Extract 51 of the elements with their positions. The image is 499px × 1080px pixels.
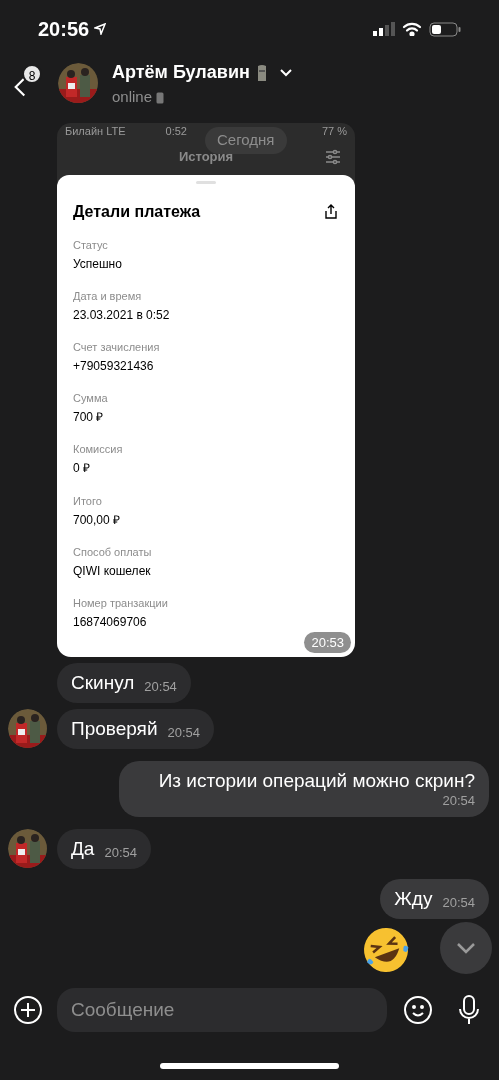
message-field[interactable]: Сообщение [57,988,387,1032]
share-icon[interactable] [323,204,339,220]
clock: 20:56 [38,17,90,42]
message-text: Из истории операций можно скрин? [158,769,475,793]
message-text: Скинул [71,671,135,695]
field-label: Дата и время [73,289,143,304]
wifi-icon [402,22,422,36]
message-time: 20:54 [442,793,475,809]
field-label: Комиссия [73,442,124,457]
back-button[interactable]: 8 [12,64,48,104]
message-text: Да [71,837,95,861]
contact-name: Артём Булавин [112,61,250,85]
phone-icon [156,91,165,104]
message-text: Жду [394,887,433,911]
unread-badge: 8 [22,64,42,84]
chevron-down-icon [456,942,476,954]
contact-status: online [112,87,153,108]
field-value: 23.03.2021 в 0:52 [73,307,171,324]
emoji-icon[interactable] [403,995,433,1025]
battery-label: 77 % [321,123,347,139]
field-value: +79059321436 [73,358,155,375]
sheet-title: Детали платежа [73,202,201,222]
field-label: Счет зачисления [73,340,161,355]
date-pill: Сегодня [205,127,287,154]
field-value: Успешно [73,256,123,272]
field-value: 700,00 ₽ [73,511,122,528]
signal-icon [373,22,395,36]
field-value: QIWI кошелек [73,562,152,579]
location-icon [94,23,107,35]
field-value: 16874069706 [73,613,148,630]
field-label: Сумма [73,391,109,406]
message-time: 20:54 [144,679,177,695]
field-label: Итого [73,493,103,508]
add-icon[interactable] [13,995,43,1025]
field-label: Статус [73,238,109,252]
message-time: 20:54 [104,845,137,861]
chevron-down-icon[interactable] [279,68,292,77]
field-label: Способ оплаты [73,544,153,559]
back-icon [14,76,26,98]
message-text: Проверяй [71,717,158,741]
inner-time: 0:52 [165,123,187,139]
message-time: 20:54 [442,895,475,911]
battery-icon [429,21,461,37]
field-value: 700 ₽ [73,409,105,426]
filter-icon [325,149,341,165]
field-value: 0 ₽ [73,460,91,477]
field-label: Номер транзакции [73,595,169,610]
message-time: 20:54 [167,725,201,741]
scroll-down-button[interactable] [440,922,492,974]
microphone-icon[interactable] [457,994,481,1026]
carrier-label: Билайн LTE [65,123,126,139]
